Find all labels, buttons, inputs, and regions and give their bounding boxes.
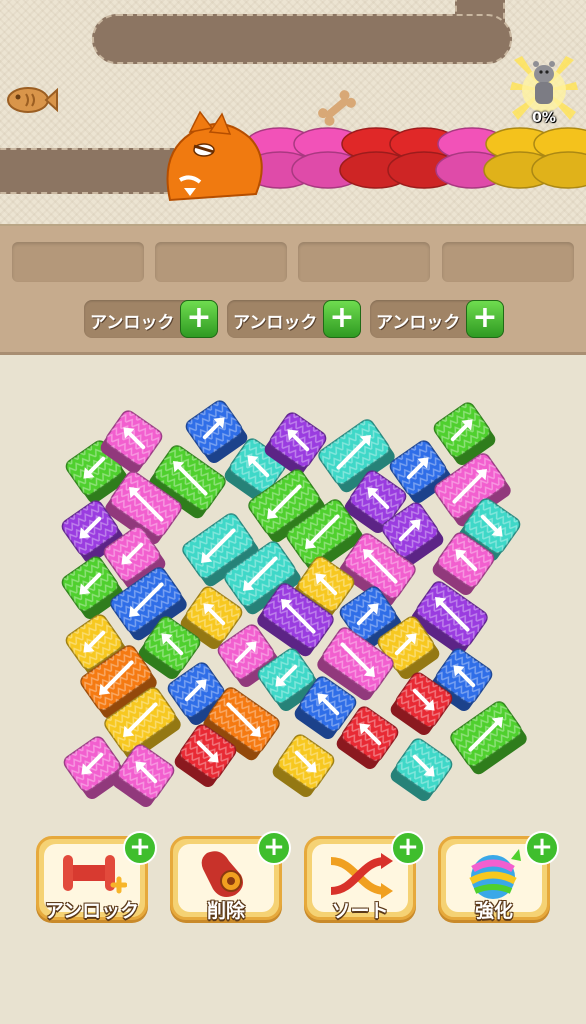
- plus-icon: +: [257, 831, 291, 865]
- plus-icon: +: [466, 300, 504, 338]
- unlock-slot-label: アンロック: [233, 313, 318, 333]
- unlock-booster-label: アンロック: [44, 900, 140, 922]
- snake-head: [166, 110, 263, 202]
- unlock-slot-button[interactable]: アンロック +: [84, 300, 218, 338]
- unlock-booster-button[interactable]: アンロック +: [36, 831, 157, 922]
- knitted-snake: [166, 110, 586, 202]
- unlock-slot-label: アンロック: [376, 313, 461, 333]
- boost-booster-label: 強化: [474, 900, 513, 922]
- unlock-icon: [63, 855, 127, 894]
- tray-slot: [12, 242, 144, 282]
- remove-booster-button[interactable]: 削除 +: [170, 831, 291, 922]
- remove-booster-label: 削除: [206, 900, 245, 922]
- block-board: [61, 400, 529, 809]
- remove-icon: [201, 851, 243, 897]
- yarn-block[interactable]: [448, 699, 529, 777]
- sort-icon: [330, 853, 393, 899]
- tray-slot: [298, 242, 430, 282]
- boost-icon: [469, 849, 521, 899]
- tray-panel: アンロック + アンロック + アンロック +: [0, 226, 586, 355]
- plus-icon: +: [391, 831, 425, 865]
- yarn-block[interactable]: [110, 742, 176, 809]
- boost-booster-button[interactable]: 強化 +: [438, 831, 559, 922]
- plus-icon: +: [323, 300, 361, 338]
- plus-icon: +: [123, 831, 157, 865]
- unlock-slot-button[interactable]: アンロック +: [370, 300, 504, 338]
- plus-icon: +: [525, 831, 559, 865]
- unlock-slot-label: アンロック: [90, 313, 175, 333]
- unlock-slot-button[interactable]: アンロック +: [227, 300, 361, 338]
- fish-cookie-icon: [7, 87, 58, 113]
- yarn-block[interactable]: [270, 732, 336, 799]
- sort-booster-label: ソート: [331, 900, 389, 922]
- yarn-block[interactable]: [388, 736, 454, 803]
- snake-segment: [531, 127, 586, 189]
- plus-icon: +: [180, 300, 218, 338]
- tray-slot: [155, 242, 287, 282]
- track-segment: [92, 14, 512, 64]
- tray-slot: [442, 242, 574, 282]
- snake-track-area: 0%: [0, 0, 586, 226]
- sort-booster-button[interactable]: ソート +: [304, 831, 425, 922]
- track-segment: [0, 148, 180, 194]
